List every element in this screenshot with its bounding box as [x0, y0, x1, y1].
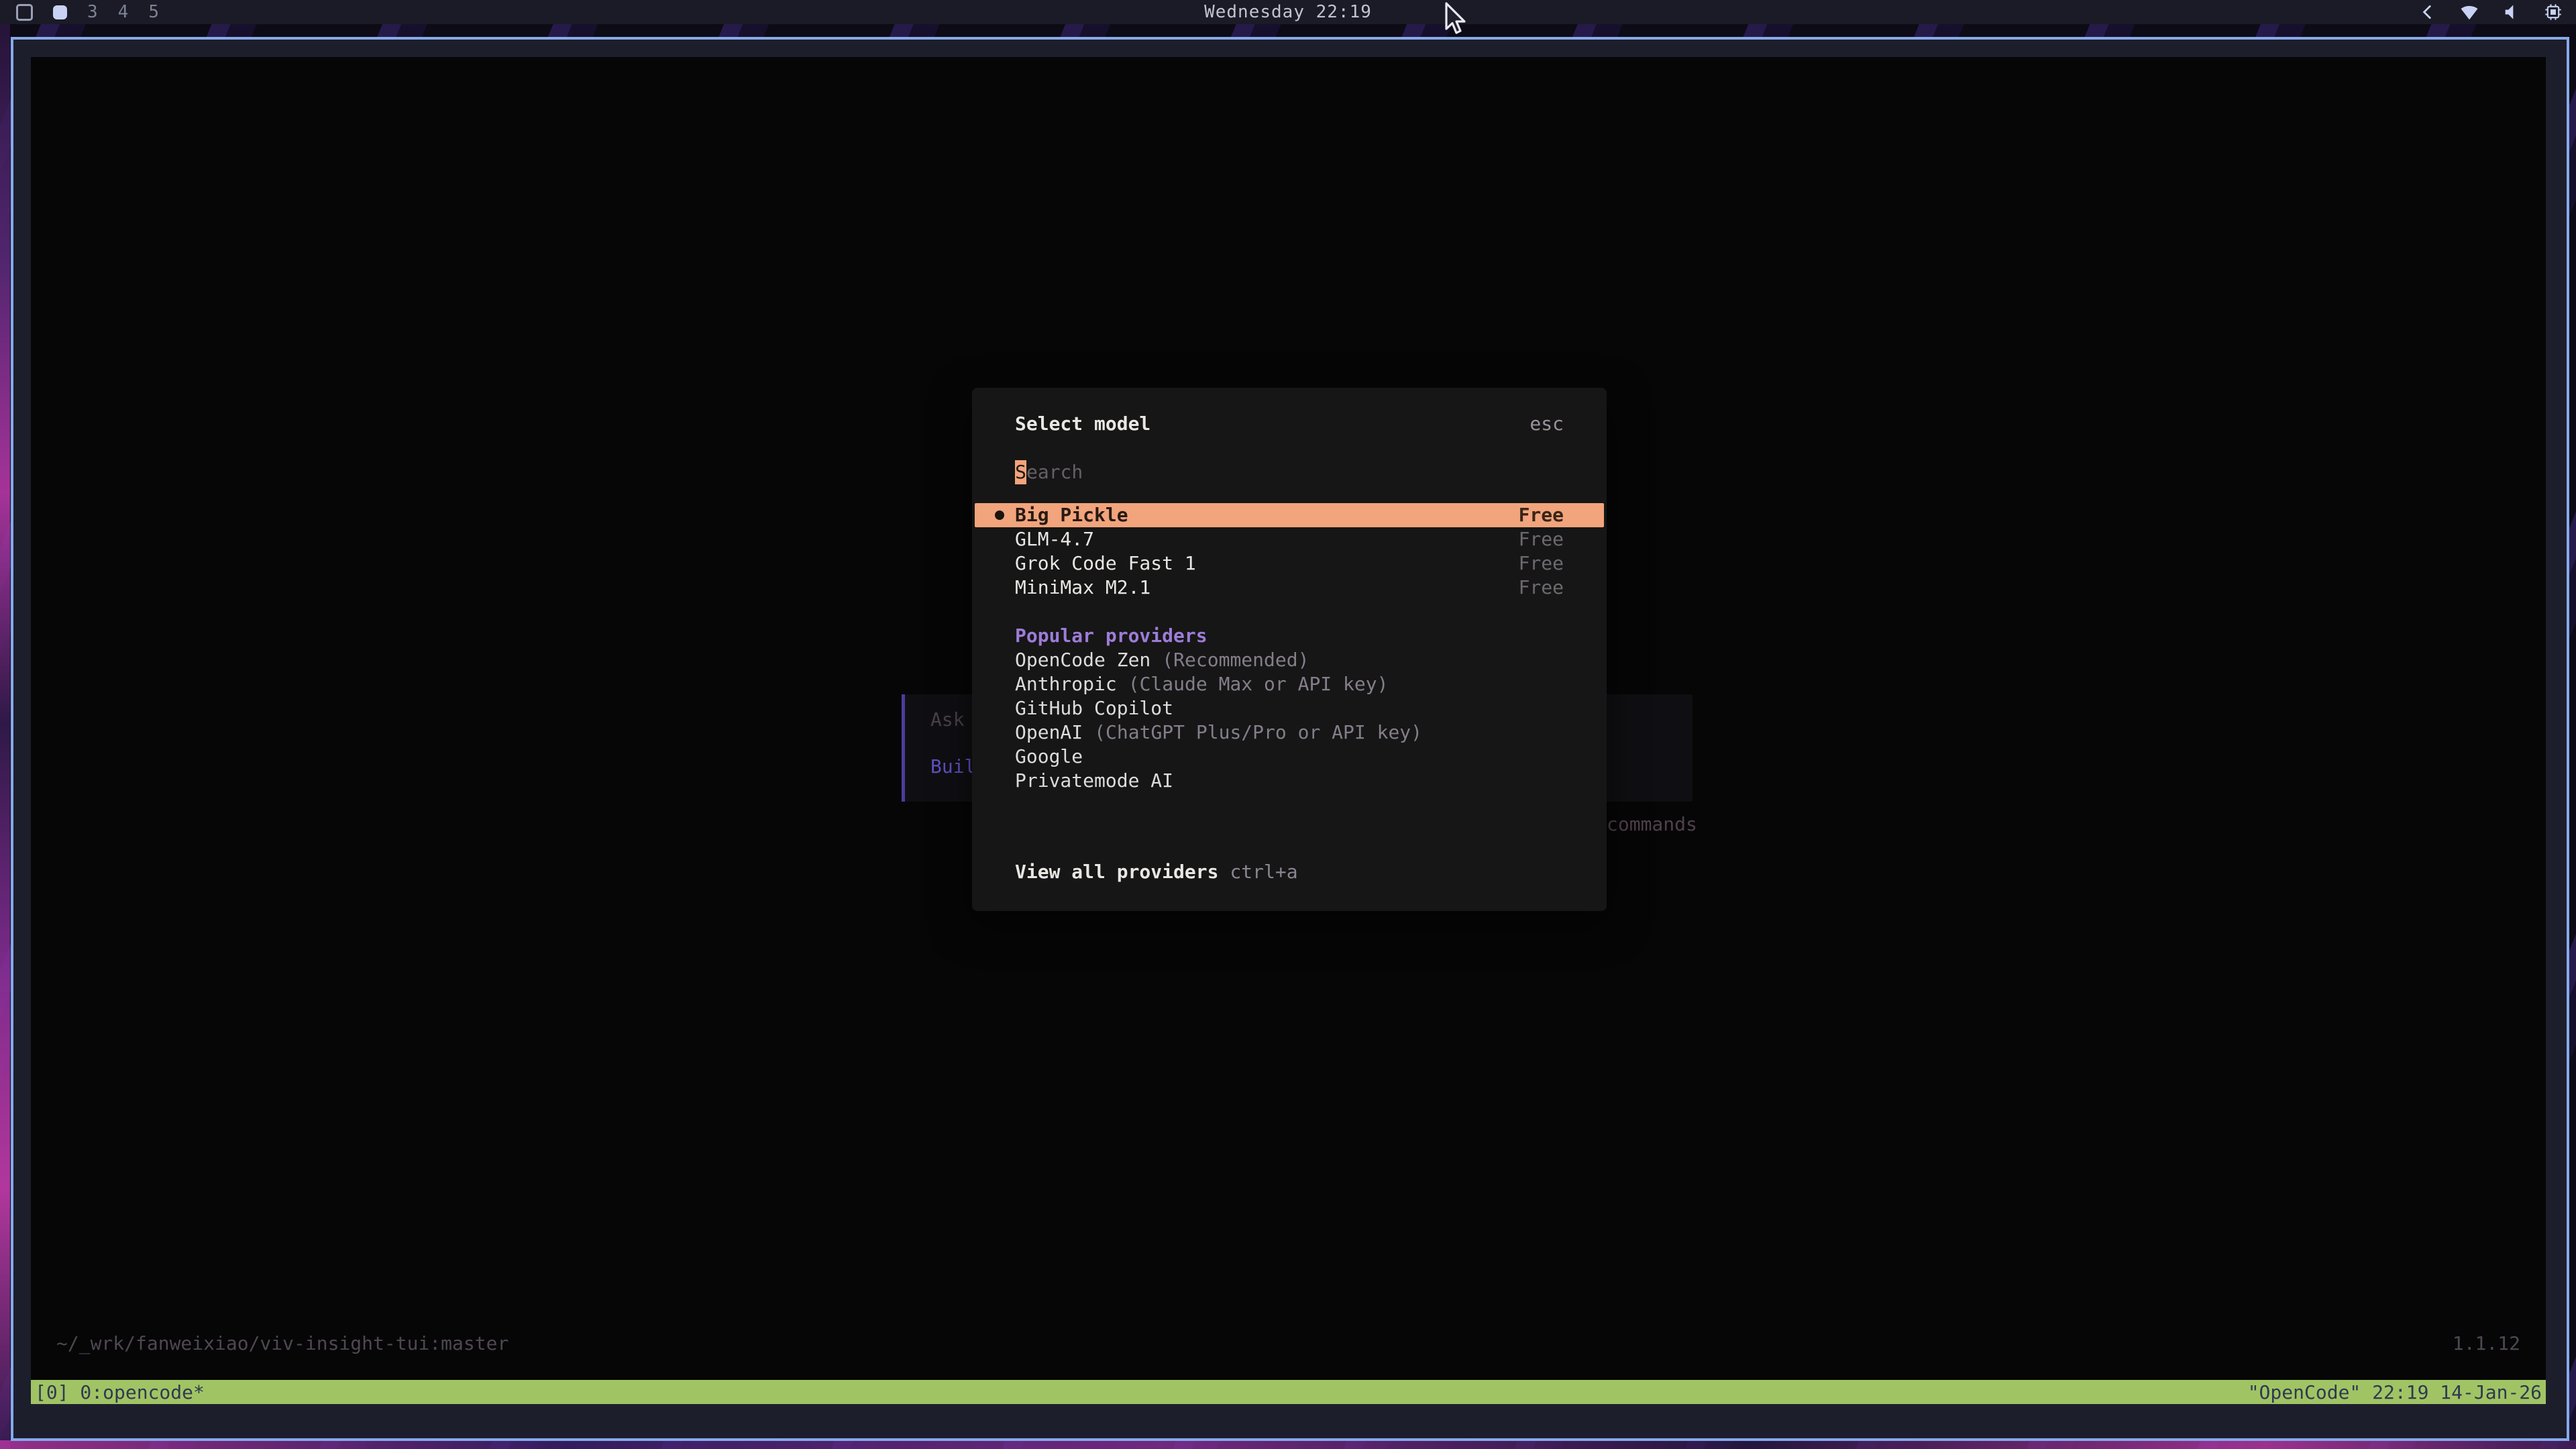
model-name: GLM-4.7 — [1015, 527, 1519, 551]
status-line: ~/_wrk/fanweixiao/viv-insight-tui:master… — [31, 1331, 2546, 1355]
model-name: MiniMax M2.1 — [1015, 576, 1519, 600]
model-badge: Free — [1519, 503, 1564, 527]
workspace-4[interactable]: 4 — [118, 2, 129, 22]
dialog-title: Select model — [1015, 412, 1150, 436]
provider-note: (Recommended) — [1162, 648, 1309, 672]
top-bar: 3 4 5 Wednesday 22:19 — [0, 0, 2576, 24]
provider-name: Anthropic — [1015, 672, 1117, 696]
provider-option[interactable]: OpenCode Zen (Recommended) — [972, 648, 1607, 672]
cpu-icon[interactable] — [2544, 3, 2563, 21]
text-cursor: S — [1015, 460, 1026, 484]
provider-option[interactable]: Anthropic (Claude Max or API key) — [972, 672, 1607, 696]
model-option[interactable]: MiniMax M2.1 Free — [975, 576, 1604, 600]
agent-mode-label: Buil — [930, 755, 975, 779]
view-all-label: View all providers — [1015, 860, 1218, 884]
selected-bullet-icon — [995, 511, 1004, 520]
chevron-left-icon[interactable] — [2419, 3, 2436, 21]
provider-name: OpenCode Zen — [1015, 648, 1150, 672]
view-all-providers[interactable]: View all providers ctrl+a — [972, 860, 1607, 884]
model-option-selected[interactable]: Big Pickle Free — [975, 503, 1604, 527]
model-badge: Free — [1519, 551, 1564, 576]
wallpaper-bottom-edge — [0, 1440, 2576, 1449]
model-name: Grok Code Fast 1 — [1015, 551, 1519, 576]
wallpaper-left-edge — [0, 0, 10, 1449]
workspace-indicators: 3 4 5 — [0, 2, 805, 22]
model-badge: Free — [1519, 527, 1564, 551]
search-input[interactable]: Search — [972, 460, 1607, 484]
provider-name: GitHub Copilot — [1015, 696, 1173, 720]
providers-section-header: Popular providers — [1015, 624, 1208, 648]
workspace-3[interactable]: 3 — [87, 2, 98, 22]
terminal-content: Ask Buil commands ~/_wrk/fanweixiao/viv-… — [31, 57, 2546, 1404]
clock: Wednesday 22:19 — [805, 2, 1771, 22]
provider-note: (Claude Max or API key) — [1128, 672, 1389, 696]
tmux-title-clock: "OpenCode" 22:19 14-Jan-26 — [2248, 1381, 2542, 1403]
commands-hint: commands — [1607, 812, 1697, 837]
workspace-frame-icon[interactable] — [16, 4, 33, 21]
provider-name: OpenAI — [1015, 720, 1083, 745]
mouse-cursor — [1444, 2, 1470, 40]
model-option[interactable]: Grok Code Fast 1 Free — [975, 551, 1604, 576]
provider-name: Google — [1015, 745, 1083, 769]
terminal-window: Ask Buil commands ~/_wrk/fanweixiao/viv-… — [11, 37, 2569, 1441]
tmux-session-window[interactable]: [0] 0:opencode* — [35, 1381, 205, 1403]
model-name: Big Pickle — [1015, 503, 1519, 527]
workspace-dot-icon[interactable] — [53, 5, 67, 19]
provider-option[interactable]: Google — [972, 745, 1607, 769]
ctrl-a-shortcut: ctrl+a — [1230, 860, 1297, 884]
volume-icon[interactable] — [2502, 3, 2521, 21]
esc-hint[interactable]: esc — [1529, 412, 1564, 436]
workspace-5[interactable]: 5 — [148, 2, 159, 22]
app-version: 1.1.12 — [2453, 1332, 2520, 1354]
provider-option[interactable]: GitHub Copilot — [972, 696, 1607, 720]
prompt-placeholder: Ask — [930, 708, 965, 732]
wifi-icon[interactable] — [2459, 3, 2479, 21]
provider-note: (ChatGPT Plus/Pro or API key) — [1094, 720, 1422, 745]
tmux-status-bar: [0] 0:opencode* "OpenCode" 22:19 14-Jan-… — [31, 1380, 2546, 1404]
cwd-git-branch: ~/_wrk/fanweixiao/viv-insight-tui:master — [56, 1332, 508, 1354]
system-tray — [1771, 3, 2576, 21]
model-badge: Free — [1519, 576, 1564, 600]
search-placeholder: earch — [1026, 460, 1083, 484]
provider-name: Privatemode AI — [1015, 769, 1173, 793]
provider-option[interactable]: OpenAI (ChatGPT Plus/Pro or API key) — [972, 720, 1607, 745]
model-option[interactable]: GLM-4.7 Free — [975, 527, 1604, 551]
model-select-dialog: Select model esc Search Big Pickle Free … — [972, 388, 1607, 911]
provider-option[interactable]: Privatemode AI — [972, 769, 1607, 793]
